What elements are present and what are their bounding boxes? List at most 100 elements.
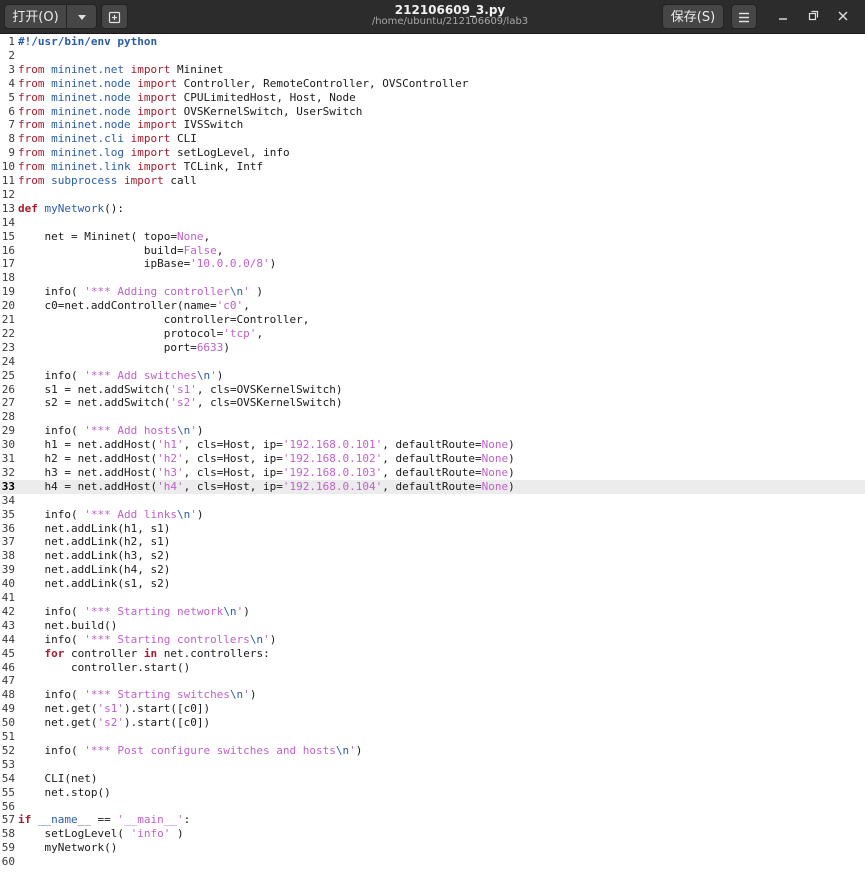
code-token: from <box>18 132 45 146</box>
code-line[interactable]: 29 info( '*** Add hosts\n') <box>0 424 865 438</box>
code-token: in <box>143 646 158 660</box>
code-token: from <box>18 118 45 132</box>
code-token: mininet.node <box>51 104 131 118</box>
minimize-icon[interactable] <box>774 8 792 24</box>
code-line[interactable]: 44 info( '*** Starting controllers\n') <box>0 633 865 647</box>
code-line[interactable]: 9 from mininet.log import setLogLevel, in… <box>0 146 865 160</box>
code-line[interactable]: 10 from mininet.link import TCLink, Intf <box>0 160 865 174</box>
code-line[interactable]: 55 net.stop() <box>0 786 865 800</box>
code-line[interactable]: 6 from mininet.node import OVSKernelSwitc… <box>0 105 865 119</box>
code-line[interactable]: 39 net.addLink(h4, s2) <box>0 563 865 577</box>
code-line[interactable]: 46 controller.start() <box>0 661 865 675</box>
code-token: import <box>137 90 177 104</box>
line-number: 13 <box>1 201 15 215</box>
code-line[interactable]: 40 net.addLink(s1, s2) <box>0 577 865 591</box>
code-line[interactable]: 36 net.addLink(h1, s1) <box>0 522 865 536</box>
code-line[interactable]: 48 info( '*** Starting switches\n') <box>0 688 865 702</box>
code-line[interactable]: 23 port=6633) <box>0 341 865 355</box>
code-token: ) <box>170 827 184 841</box>
code-line[interactable]: 21 controller=Controller, <box>0 313 865 327</box>
code-text: s1 = net.addSwitch('s1', cls=OVSKernelSw… <box>18 383 342 397</box>
open-menu-button[interactable] <box>66 4 97 29</box>
code-token: '*** Adding controller <box>84 285 230 299</box>
save-button[interactable]: 保存(S) <box>662 4 724 29</box>
code-editor[interactable]: 1 #!/usr/bin/env python 2 3 from mininet.net… <box>0 34 865 895</box>
code-text: from mininet.node import OVSKernelSwitch… <box>18 105 362 119</box>
code-line[interactable]: 24 <box>0 355 865 369</box>
code-token: import <box>130 146 171 160</box>
code-text: from mininet.node import IVSSwitch <box>18 118 243 132</box>
code-token: , <box>243 299 250 313</box>
code-line[interactable]: 41 <box>0 591 865 605</box>
open-button[interactable]: 打开(O) <box>4 4 67 29</box>
code-line[interactable]: 12 <box>0 188 865 202</box>
code-line[interactable]: 56 <box>0 800 865 814</box>
code-line[interactable]: 28 <box>0 410 865 424</box>
code-token: Mininet <box>170 62 224 76</box>
code-text: protocol='tcp', <box>18 327 263 341</box>
code-line[interactable]: 15 net = Mininet( topo=None, <box>0 230 865 244</box>
code-line[interactable]: 50 net.get('s2').start([c0]) <box>0 716 865 730</box>
code-token: \n <box>223 604 237 618</box>
code-line[interactable]: 58 setLogLevel( 'info' ) <box>0 827 865 841</box>
code-line[interactable]: 4 from mininet.node import Controller, Re… <box>0 77 865 91</box>
code-token: from <box>18 174 45 187</box>
code-text: s2 = net.addSwitch('s2', cls=OVSKernelSw… <box>18 396 342 410</box>
code-line[interactable]: 31 h2 = net.addHost('h2', cls=Host, ip='… <box>0 452 865 466</box>
code-token: , defaultRoute= <box>382 479 482 493</box>
code-token: , cls=Host, ip= <box>183 452 283 465</box>
code-token: info( <box>18 368 85 382</box>
code-line[interactable]: 37 net.addLink(h2, s1) <box>0 535 865 549</box>
code-line[interactable]: 25 info( '*** Add switches\n') <box>0 369 865 383</box>
code-token: 'h3' <box>157 465 184 479</box>
code-line[interactable]: 5 from mininet.node import CPULimitedHost… <box>0 91 865 105</box>
code-line[interactable]: 20 c0=net.addController(name='c0', <box>0 299 865 313</box>
code-line[interactable]: 14 <box>0 216 865 230</box>
code-line[interactable]: 42 info( '*** Starting network\n') <box>0 605 865 619</box>
code-token: ) <box>508 465 515 479</box>
line-number: 15 <box>1 229 15 243</box>
restore-icon[interactable] <box>804 8 822 24</box>
code-line[interactable]: 7 from mininet.node import IVSSwitch <box>0 118 865 132</box>
code-line[interactable]: 26 s1 = net.addSwitch('s1', cls=OVSKerne… <box>0 383 865 397</box>
close-icon[interactable] <box>834 8 852 24</box>
code-line[interactable]: 51 <box>0 730 865 744</box>
code-line[interactable]: 45 for controller in net.controllers: <box>0 647 865 661</box>
code-line[interactable]: 59 myNetwork() <box>0 841 865 855</box>
code-line[interactable]: 43 net.build() <box>0 619 865 633</box>
code-line[interactable]: 49 net.get('s1').start([c0]) <box>0 702 865 716</box>
code-line[interactable]: 11 from subprocess import call <box>0 174 865 188</box>
code-token: '192.168.0.103' <box>282 465 383 479</box>
code-line[interactable]: 3 from mininet.net import Mininet <box>0 63 865 77</box>
code-line[interactable]: 35 info( '*** Add links\n') <box>0 508 865 522</box>
code-token: info( <box>18 688 85 702</box>
code-line[interactable]: 60 <box>0 855 865 869</box>
code-line[interactable]: 22 protocol='tcp', <box>0 327 865 341</box>
menu-button[interactable] <box>731 4 757 29</box>
code-line[interactable]: 52 info( '*** Post configure switches an… <box>0 744 865 758</box>
code-line[interactable]: 53 <box>0 758 865 772</box>
line-number: 5 <box>8 90 15 104</box>
code-line[interactable]: 27 s2 = net.addSwitch('s2', cls=OVSKerne… <box>0 396 865 410</box>
code-line[interactable]: 38 net.addLink(h3, s2) <box>0 549 865 563</box>
code-line[interactable]: 19 info( '*** Adding controller\n' ) <box>0 285 865 299</box>
code-line[interactable]: 32 h3 = net.addHost('h3', cls=Host, ip='… <box>0 466 865 480</box>
code-token: ) <box>508 452 515 465</box>
code-line[interactable]: 30 h1 = net.addHost('h1', cls=Host, ip='… <box>0 438 865 452</box>
code-line[interactable]: 34 <box>0 494 865 508</box>
code-line[interactable]: 57 if __name__ == '__main__': <box>0 813 865 827</box>
new-tab-button[interactable] <box>101 4 128 29</box>
code-line[interactable]: 17 ipBase='10.0.0.0/8') <box>0 257 865 271</box>
line-number: 56 <box>1 799 15 813</box>
code-line[interactable]: 8 from mininet.cli import CLI <box>0 132 865 146</box>
code-line[interactable]: 1 #!/usr/bin/env python <box>0 35 865 49</box>
code-line[interactable]: 18 <box>0 271 865 285</box>
code-line[interactable]: 13 def myNetwork(): <box>0 202 865 216</box>
code-line[interactable]: 54 CLI(net) <box>0 772 865 786</box>
code-line[interactable]: 47 <box>0 674 865 688</box>
code-token: def <box>18 201 38 215</box>
code-text: h4 = net.addHost('h4', cls=Host, ip='192… <box>18 479 514 494</box>
code-line[interactable]: 16 build=False, <box>0 244 865 258</box>
code-line[interactable]: 2 <box>0 49 865 63</box>
code-line[interactable]: 33 h4 = net.addHost('h4', cls=Host, ip='… <box>0 479 865 494</box>
